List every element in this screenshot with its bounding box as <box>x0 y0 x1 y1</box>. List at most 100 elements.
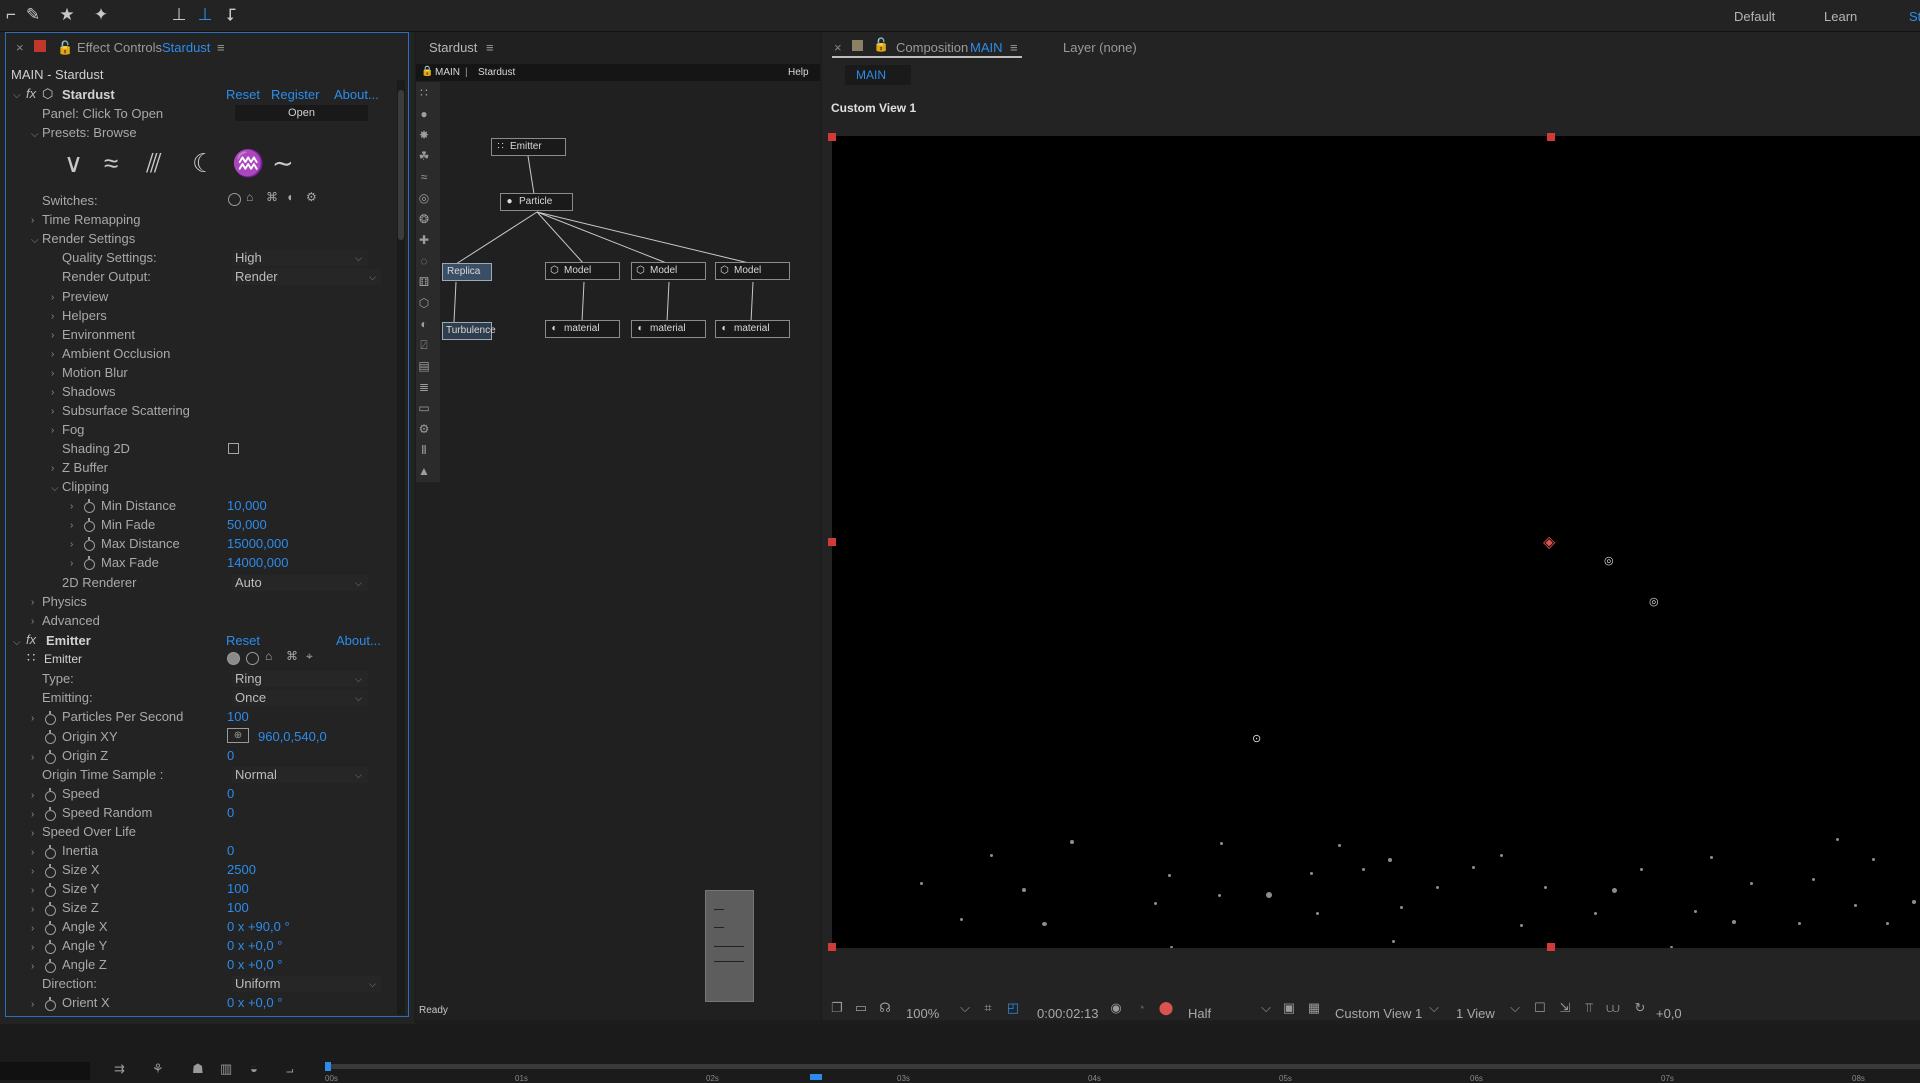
chevron-right-icon[interactable]: › <box>31 616 34 627</box>
stopwatch-icon[interactable] <box>45 845 56 859</box>
chevron-right-icon[interactable]: › <box>51 330 54 341</box>
angle-y-value[interactable]: 0 x +0,0 ° <box>227 938 282 953</box>
close-icon[interactable]: × <box>834 40 842 55</box>
light-marker-icon[interactable]: ◎ <box>1649 595 1659 608</box>
shading-2d-checkbox[interactable] <box>228 443 239 454</box>
axis-local-icon[interactable]: ⊥ <box>194 4 216 26</box>
emitting-dropdown[interactable]: Once ⌵ <box>232 690 368 706</box>
chevron-right-icon[interactable]: › <box>31 790 34 801</box>
physics-label[interactable]: Physics <box>42 594 87 609</box>
emitter-node[interactable]: ∷ Emitter <box>491 138 566 156</box>
chevron-down-icon[interactable]: ⌵ <box>957 1000 973 1016</box>
reset-exposure-icon[interactable]: ↻ <box>1632 1000 1648 1016</box>
size-x-value[interactable]: 2500 <box>227 862 256 877</box>
chevron-right-icon[interactable]: › <box>51 311 54 322</box>
chevron-down-icon[interactable]: ⌵ <box>1507 1000 1523 1016</box>
safe-areas-icon[interactable]: ⌗ <box>980 1000 996 1016</box>
switch-bounds-icon[interactable]: ⌘ <box>266 190 278 204</box>
shy-layers-icon[interactable]: ☗ <box>192 1061 204 1077</box>
speed-value[interactable]: 0 <box>227 786 234 801</box>
chevron-right-icon[interactable]: › <box>70 558 73 569</box>
size-z-value[interactable]: 100 <box>227 900 249 915</box>
stopwatch-icon[interactable] <box>84 518 95 532</box>
chevron-right-icon[interactable]: › <box>31 923 34 934</box>
stopwatch-icon[interactable] <box>45 730 56 744</box>
pin-icon[interactable]: ✦ <box>90 4 112 26</box>
workspace-learn[interactable]: Learn <box>1824 9 1857 24</box>
tab-stardust[interactable]: Stardust <box>478 67 515 78</box>
always-preview-icon[interactable]: ❐ <box>829 1000 845 1016</box>
chevron-right-icon[interactable]: › <box>51 406 54 417</box>
chevron-right-icon[interactable]: › <box>31 847 34 858</box>
chevron-right-icon[interactable]: › <box>70 539 73 550</box>
panel-menu-icon[interactable]: ≡ <box>217 40 225 55</box>
preset-thumb-2[interactable]: ≈ <box>104 148 118 179</box>
origin-time-sample-dropdown[interactable]: Normal ⌵ <box>232 767 368 783</box>
stopwatch-icon[interactable] <box>45 750 56 764</box>
origin-z-value[interactable]: 0 <box>227 748 234 763</box>
stardust-about-button[interactable]: About... <box>334 87 379 102</box>
renderer-2d-dropdown[interactable]: Auto ⌵ <box>232 575 368 591</box>
material-node-1[interactable]: ◐ material <box>545 320 620 338</box>
preset-thumb-5[interactable]: ♒ <box>232 148 264 179</box>
speed-random-value[interactable]: 0 <box>227 805 234 820</box>
environment-label[interactable]: Environment <box>62 327 135 342</box>
preset-thumb-1[interactable]: ∨ <box>64 148 83 179</box>
replica-node[interactable]: Replica <box>442 263 492 281</box>
workspace-more[interactable]: St <box>1909 9 1920 24</box>
timeline-icon[interactable]: ⫪ <box>1581 1000 1597 1016</box>
z-buffer-label[interactable]: Z Buffer <box>62 460 108 475</box>
stopwatch-icon[interactable] <box>84 537 95 551</box>
help-button[interactable]: Help <box>788 67 809 78</box>
chevron-right-icon[interactable]: › <box>31 809 34 820</box>
tab-main[interactable]: MAIN <box>435 67 460 78</box>
fx-icon[interactable]: fx <box>26 632 36 647</box>
stopwatch-icon[interactable] <box>45 864 56 878</box>
chevron-down-icon[interactable]: ⌵ <box>13 90 21 101</box>
camera-node-icon[interactable]: ▭ <box>417 401 431 415</box>
chevron-right-icon[interactable]: › <box>31 713 34 724</box>
angle-x-value[interactable]: 0 x +90,0 ° <box>227 919 290 934</box>
light-marker-icon[interactable]: ⊙ <box>1252 732 1261 745</box>
shadows-label[interactable]: Shadows <box>62 384 115 399</box>
chevron-down-icon[interactable]: ⌵ <box>31 129 39 140</box>
turbulence-node[interactable]: Turbulence <box>442 322 496 340</box>
model-node-2[interactable]: ⬡ Model <box>631 262 706 280</box>
chevron-right-icon[interactable]: › <box>51 368 54 379</box>
mask-visibility-icon[interactable]: ◰ <box>1005 1000 1021 1016</box>
subsurface-scattering-label[interactable]: Subsurface Scattering <box>62 403 190 418</box>
min-distance-value[interactable]: 10,000 <box>227 498 267 513</box>
draft-3d-icon[interactable]: ⇉ <box>114 1061 125 1077</box>
preview-label[interactable]: Preview <box>62 289 108 304</box>
switch-gear-icon[interactable]: ⚙ <box>306 190 317 204</box>
size-y-value[interactable]: 100 <box>227 881 249 896</box>
fog-label[interactable]: Fog <box>62 422 84 437</box>
chevron-right-icon[interactable]: › <box>51 425 54 436</box>
chevron-right-icon[interactable]: › <box>51 349 54 360</box>
roto-brush-icon[interactable]: ⌐ <box>0 4 22 26</box>
crosshair-icon[interactable]: ⊕ <box>227 728 249 743</box>
panel-layer-name[interactable]: Stardust <box>162 40 210 55</box>
axis-world-icon[interactable]: ⊥ <box>168 4 190 26</box>
axis-view-icon[interactable]: ⮦ <box>220 4 242 26</box>
emitter-camera-icon[interactable]: ⌂ <box>265 649 272 663</box>
stopwatch-icon[interactable] <box>45 921 56 935</box>
panel-menu-icon[interactable]: ≡ <box>1010 40 1018 55</box>
view-dropdown[interactable]: Custom View 1 <box>1335 1006 1422 1021</box>
chevron-right-icon[interactable]: › <box>31 961 34 972</box>
model-node-3[interactable]: ⬡ Model <box>715 262 790 280</box>
layer-handle-tm[interactable] <box>1547 133 1555 141</box>
helpers-label[interactable]: Helpers <box>62 308 107 323</box>
emitter-about-button[interactable]: About... <box>336 633 381 648</box>
stopwatch-icon[interactable] <box>45 788 56 802</box>
panel-menu-icon[interactable]: ≡ <box>486 40 494 55</box>
stopwatch-icon[interactable] <box>45 902 56 916</box>
motion-blur-icon[interactable]: ◒ <box>250 1061 258 1076</box>
scrollbar-thumb[interactable] <box>398 90 404 240</box>
max-distance-value[interactable]: 15000,000 <box>227 536 288 551</box>
stopwatch-icon[interactable] <box>45 940 56 954</box>
chevron-right-icon[interactable]: › <box>31 904 34 915</box>
angle-z-value[interactable]: 0 x +0,0 ° <box>227 957 282 972</box>
light-marker-icon[interactable]: ◎ <box>1604 554 1614 567</box>
time-remapping-label[interactable]: Time Remapping <box>42 212 141 227</box>
